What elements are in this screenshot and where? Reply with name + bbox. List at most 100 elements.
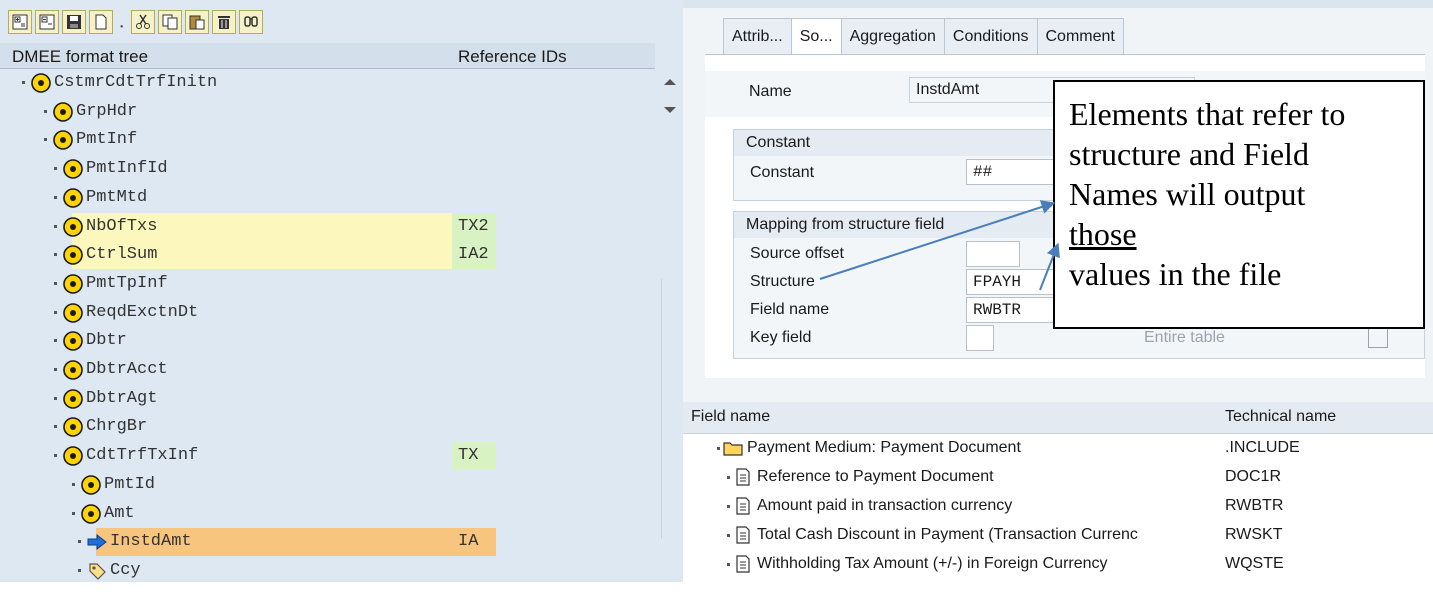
tree-node[interactable]: PmtInfId [0,155,655,183]
toolbar-separator [116,10,128,34]
tree-connector [727,505,730,508]
document-icon [736,468,750,486]
tree-toolbar [8,10,263,34]
collapse-icon[interactable] [35,10,59,34]
element-node-icon [63,217,83,237]
callout-line-1: Elements that refer to [1069,96,1346,132]
tree-node[interactable]: Dbtr [0,327,655,355]
scroll-thumb[interactable] [661,279,677,539]
table-row[interactable]: Withholding Tax Amount (+/-) in Foreign … [683,550,1433,579]
tree-connector [22,81,26,85]
structure-field-table: Field name Technical name Payment Medium… [683,402,1433,582]
tree-node[interactable]: ReqdExctnDt [0,299,655,327]
tree-connector [44,138,48,142]
paste-icon[interactable] [185,10,209,34]
table-row[interactable]: Amount paid in transaction currency RWBTR [683,492,1433,521]
tab-aggregation[interactable]: Aggregation [840,18,945,54]
element-node-icon [63,303,83,323]
field-name-cell: Reference to Payment Document [757,468,994,485]
table-row[interactable]: Total Cash Discount in Payment (Transact… [683,521,1433,550]
new-icon[interactable] [89,10,113,34]
tree-connector [727,534,730,537]
tree-node-label: DbtrAcct [86,360,168,379]
element-node-icon [63,389,83,409]
tree-node-label: CtrlSum [86,245,158,264]
tree-node[interactable]: Ccy [0,557,655,582]
table-row[interactable]: Payment Medium: Payment Document .INCLUDE [683,434,1433,463]
delete-icon[interactable] [212,10,236,34]
tree-node[interactable]: ChrgBr [0,413,655,441]
technical-name-cell: DOC1R [1225,468,1282,485]
element-node-icon [63,188,83,208]
tree-node-label: DbtrAgt [86,389,158,408]
folder-icon [723,442,743,456]
tree-scrollbar[interactable] [655,69,683,582]
tree-node[interactable]: NbOfTxs TX2 [0,213,655,241]
key-field-checkbox[interactable] [966,325,994,351]
tree-node[interactable]: CtrlSum IA2 [0,241,655,269]
expand-icon[interactable] [8,10,32,34]
technical-name-cell: .INCLUDE [1225,439,1300,456]
tab-comment[interactable]: Comment [1036,18,1124,54]
tree-connector [54,339,58,343]
tech-col-header: Technical name [1225,408,1337,425]
element-node-icon [53,102,73,122]
tab-conditions[interactable]: Conditions [943,18,1038,54]
constant-label: Constant [750,164,815,181]
tree-connector [54,167,58,171]
scroll-up-icon[interactable] [664,79,676,85]
tree-node-ref: IA2 [458,245,489,264]
tree-col-name-header: DMEE format tree [12,47,149,66]
tree-connector [54,425,58,429]
tree-node[interactable]: Amt [0,500,655,528]
dmee-tree-pane: DMEE format tree Reference IDs CstmrCdtT… [0,0,683,582]
find-icon[interactable] [239,10,263,34]
tree-node[interactable]: InstdAmt IA [0,528,655,556]
element-node-icon [81,475,101,495]
tag-icon [89,563,106,580]
technical-name-cell: WQSTE [1225,555,1284,572]
callout-line-5: values in the file [1069,256,1282,292]
tree-node-label: Ccy [110,561,141,580]
tree-connector [54,196,58,200]
annotation-callout: Elements that refer to structure and Fie… [1053,80,1425,329]
field-table-header: Field name Technical name [683,402,1433,434]
tree-connector [54,311,58,315]
element-node-icon [63,159,83,179]
field-name-cell: Amount paid in transaction currency [757,497,1013,514]
tree-header: DMEE format tree Reference IDs [0,43,655,69]
tree-connector [727,563,730,566]
tree-node[interactable]: DbtrAcct [0,356,655,384]
tree-node[interactable]: CstmrCdtTrfInitn [0,69,655,97]
field-name-cell: Payment Medium: Payment Document [747,439,1021,456]
tree-node-label: ReqdExctnDt [86,303,199,322]
table-row[interactable]: Reference to Payment Document DOC1R [683,463,1433,492]
tree-connector [54,282,58,286]
tree-node[interactable]: PmtInf [0,126,655,154]
tree-node-label: PmtInf [76,130,138,149]
element-node-icon [31,73,51,93]
tree-node[interactable]: PmtTpInf [0,270,655,298]
cut-icon[interactable] [131,10,155,34]
tree-node[interactable]: CdtTrfTxInf TX [0,442,655,470]
tree-node[interactable]: PmtId [0,471,655,499]
copy-icon[interactable] [158,10,182,34]
tree-node[interactable]: PmtMtd [0,184,655,212]
tree-node[interactable]: GrpHdr [0,98,655,126]
tree-node-label: NbOfTxs [86,217,158,236]
element-node-icon [63,360,83,380]
tree-connector [727,476,730,479]
save-icon[interactable] [62,10,86,34]
scroll-down-icon[interactable] [664,107,676,113]
tab-attributes[interactable]: Attrib... [723,18,792,54]
tree-node[interactable]: DbtrAgt [0,385,655,413]
source-offset-label: Source offset [750,245,844,262]
tree-connector [72,512,76,516]
tab-source[interactable]: So... [790,18,842,54]
entire-table-checkbox[interactable] [1368,328,1388,348]
tree-connector [54,253,58,257]
callout-line-2: structure and Field [1069,136,1309,172]
source-offset-field[interactable] [966,241,1020,267]
element-node-icon [63,245,83,265]
element-node-icon [63,417,83,437]
